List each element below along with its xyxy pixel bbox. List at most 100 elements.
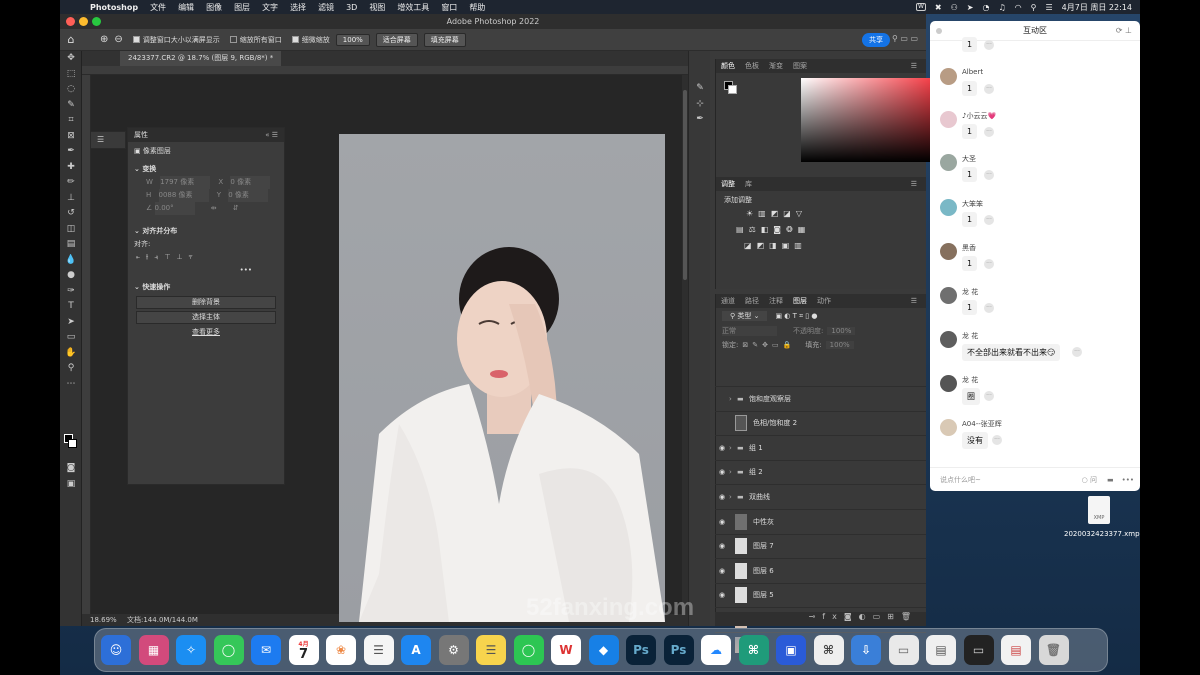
layer-name[interactable]: 双曲线 [749,492,770,502]
quick-actions-section[interactable]: ⌄ 快速操作 [128,281,284,294]
remove-background-button[interactable]: 删除背景 [136,296,276,309]
layer-name[interactable]: 饱和度观察层 [749,394,791,404]
w-field[interactable]: 1797 像素 [160,176,211,189]
layer-name[interactable]: 色相/饱和度 2 [753,418,797,428]
panel-menu-icon[interactable]: ☰ [906,180,922,188]
hand-tool-icon[interactable]: ✋ [60,346,82,362]
screen-preview-icon[interactable]: ▭ [963,635,994,665]
zoom-out-icon[interactable]: ⊖ [114,34,122,45]
tab-libraries[interactable]: 库 [740,179,757,189]
path-select-icon[interactable]: ➤ [60,315,82,331]
app-store-icon[interactable]: A [401,635,431,665]
message-more-icon[interactable]: ··· [992,435,1002,445]
quick-mask-icon[interactable]: ◙ [60,461,82,477]
notes-icon[interactable]: ☰ [476,635,506,665]
menu-type[interactable]: 文字 [256,2,284,13]
stamp-tool-icon[interactable]: ⊥ [60,191,82,207]
close-app-icon[interactable]: ✖ [935,3,942,12]
mail-icon[interactable]: ✉ [251,635,281,665]
tab-adjustments[interactable]: 调整 [716,179,740,189]
layer-name[interactable]: 组 2 [749,467,763,477]
wps-preview-icon[interactable]: ▤ [1001,635,1031,665]
bg-swatch[interactable] [728,85,737,94]
invert-icon[interactable]: ◪ [744,241,752,250]
crop-tool-icon[interactable]: ⌗ [60,113,82,129]
visibility-eye-icon[interactable]: ◉ [715,542,729,550]
layer-row[interactable]: ◉ › ▬ 双曲线 [715,484,926,508]
chat-input[interactable]: 说点什么吧~ [940,475,1082,485]
add-mask-icon[interactable]: ◙ [844,612,859,621]
avatar[interactable] [940,243,957,260]
type-tool-icon[interactable]: T [60,299,82,315]
tab-swatches[interactable]: 色板 [740,61,764,71]
more-options-icon[interactable]: ••• [128,264,284,277]
photoshop-beta-icon[interactable]: Ps [663,635,694,665]
minimize-window-button[interactable] [79,17,88,26]
visibility-eye-icon[interactable]: ◉ [715,591,729,599]
layer-name[interactable]: 图层 6 [753,566,774,576]
brightness-icon[interactable]: ☀ [746,209,753,218]
tab-paths[interactable]: 路径 [740,296,764,306]
wifi-icon[interactable]: ◠ [1015,3,1022,12]
wechat-icon[interactable]: ◯ [513,635,544,665]
x-field[interactable]: 0 像素 [230,176,271,189]
h-field[interactable]: 0088 像素 [158,189,209,202]
panel-menu-icon[interactable]: ☰ [906,62,922,70]
photos-icon[interactable]: ❀ [326,635,356,665]
angle-field[interactable]: 0.00° [154,202,195,215]
avatar[interactable] [940,199,957,216]
layer-row[interactable]: 色相/饱和度 2 [715,410,926,435]
tab-actions[interactable]: 动作 [812,296,836,306]
checkbox-icon[interactable] [132,36,140,43]
message-more-icon[interactable]: ··· [984,303,994,313]
calendar-icon[interactable]: 4月 7 [288,635,319,665]
filter-icons[interactable]: ▣ ◐ T ⌗ ▯ ● [775,312,817,321]
expand-arrow-icon[interactable]: › [729,444,737,452]
layer-row[interactable]: › ▬ 饱和度观察层 [715,386,926,410]
flip-horizontal-icon[interactable]: ⇹ [211,204,217,212]
move-tool-icon[interactable]: ✥ [60,51,82,67]
bw-icon[interactable]: ◧ [761,225,769,234]
menu-help[interactable]: 帮助 [463,2,491,13]
blur-tool-icon[interactable]: 💧 [60,253,82,269]
tray-icon[interactable]: W [915,3,926,11]
select-subject-button[interactable]: 选择主体 [136,311,276,324]
link-layers-icon[interactable]: ⊸ [809,612,823,621]
app-green-icon[interactable]: ⌘ [738,635,769,665]
menu-3d[interactable]: 3D [340,3,363,12]
vibrance-icon[interactable]: ▽ [796,209,802,218]
folder-icon[interactable]: ▬ [1107,476,1114,484]
layer-name[interactable]: 图层 5 [753,590,774,600]
hue-sat-icon[interactable]: ▤ [736,225,744,234]
avatar[interactable] [940,375,957,392]
quick-select-tool-icon[interactable]: ✎ [60,98,82,114]
ask-toggle[interactable]: ○ 问 [1082,475,1097,485]
window-dot-icon[interactable] [936,28,942,34]
history-brush-icon[interactable]: ↺ [60,206,82,222]
keyboard-icon[interactable]: ⌘ [813,635,844,665]
safari-icon[interactable]: ✧ [176,635,206,665]
message-more-icon[interactable]: ··· [984,170,994,180]
align-top-icon[interactable]: ⊤ [164,253,176,261]
eyedropper-panel-icon[interactable]: ✒ [689,112,711,128]
messages-icon[interactable]: ◯ [213,635,244,665]
clone-source-icon[interactable]: ⊹ [689,97,711,113]
scrubby-zoom-option[interactable]: 细微缩放 [291,35,330,45]
message-more-icon[interactable]: ··· [984,84,994,94]
message-more-icon[interactable]: ··· [984,259,994,269]
menu-view[interactable]: 视图 [363,2,391,13]
levels-icon[interactable]: ▥ [758,209,766,218]
align-right-icon[interactable]: ⫣ [154,253,164,261]
window-preview-icon[interactable]: ▭ [888,635,919,665]
document-preview-icon[interactable]: ▤ [926,635,956,665]
exposure-icon[interactable]: ◪ [783,209,791,218]
layer-row[interactable]: ◉ 图层 5 [715,582,926,607]
network-icon[interactable]: ⚇ [951,3,958,12]
align-middle-icon[interactable]: ⊥ [177,253,189,261]
shape-tool-icon[interactable]: ▭ [60,330,82,346]
pen-tool-icon[interactable]: ✑ [60,284,82,300]
avatar[interactable] [940,331,957,348]
new-group-icon[interactable]: ▭ [873,612,888,621]
send-icon[interactable]: ➤ [967,3,974,12]
avatar[interactable] [940,287,957,304]
